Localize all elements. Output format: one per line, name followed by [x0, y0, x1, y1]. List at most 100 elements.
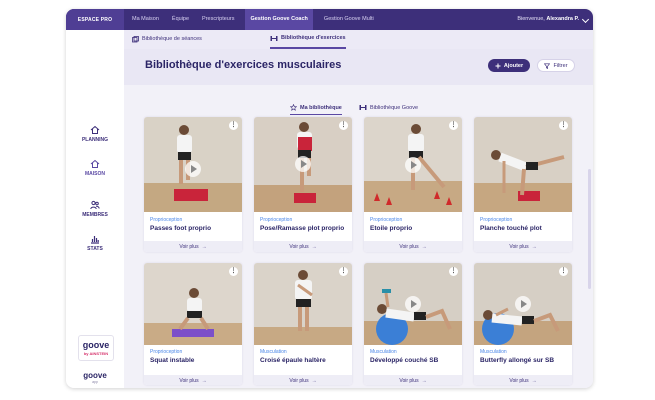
goove-app-logo: goove app — [83, 371, 107, 384]
add-button[interactable]: Ajouter — [488, 59, 530, 72]
exercise-name: Butterfly allongé sur SB — [480, 357, 555, 364]
see-more-button[interactable]: Voir plus → — [254, 375, 352, 385]
house-icon — [90, 159, 100, 168]
user-menu[interactable]: Bienvenue, Alexandra P. — [517, 9, 579, 30]
arrow-right-icon: → — [311, 377, 317, 384]
more-options-icon[interactable]: ⋮ — [449, 121, 458, 130]
see-more-button[interactable]: Voir plus → — [474, 241, 572, 252]
scrollbar[interactable] — [588, 169, 591, 289]
house-icon — [90, 125, 100, 134]
filter-button[interactable]: Filtrer — [537, 59, 575, 72]
sidebar: PLANNING MAISON MEMBRES STATS goove by A… — [66, 30, 125, 388]
tab-bibliotheque-goove[interactable]: Bibliothèque Goove — [359, 101, 418, 114]
top-navbar: ESPACE PRO Ma Maison Équipe Prescripteur… — [66, 9, 593, 30]
arrow-right-icon: → — [421, 377, 427, 384]
exercise-category: Proprioception — [260, 217, 293, 223]
exercise-card[interactable]: ⋮ Musculation Croisé épaule haltère Voir… — [254, 263, 352, 385]
page-title: Bibliothèque d'exercices musculaires — [145, 59, 342, 71]
more-options-icon[interactable]: ⋮ — [339, 121, 348, 130]
sidebar-item-label: MAISON — [85, 171, 105, 177]
page-header: Bibliothèque d'exercices musculaires Ajo… — [124, 49, 593, 85]
exercise-thumbnail — [254, 263, 352, 345]
arrow-right-icon: → — [311, 243, 317, 250]
exercise-card[interactable]: ⋮ Proprioception Etoile proprio Voir plu… — [364, 117, 462, 252]
exercise-card[interactable]: ⋮ Proprioception Passes foot proprio Voi… — [144, 117, 242, 252]
tab-ma-bibliotheque[interactable]: Ma bibliothèque — [290, 101, 342, 115]
see-more-button[interactable]: Voir plus → — [144, 375, 242, 385]
sidebar-item-stats[interactable]: STATS — [66, 234, 124, 252]
arrow-right-icon: → — [201, 243, 207, 250]
sub-tabs: Bibliothèque de séances Bibliothèque d'e… — [124, 30, 593, 50]
exercise-name: Etoile proprio — [370, 225, 413, 232]
more-options-icon[interactable]: ⋮ — [449, 267, 458, 276]
sidebar-item-membres[interactable]: MEMBRES — [66, 200, 124, 218]
see-more-button[interactable]: Voir plus → — [364, 241, 462, 252]
more-options-icon[interactable]: ⋮ — [229, 121, 238, 130]
arrow-right-icon: → — [421, 243, 427, 250]
plus-icon — [495, 63, 501, 68]
main-nav: Ma Maison Équipe Prescripteurs Gestion G… — [130, 9, 385, 30]
exercise-thumbnail — [474, 117, 572, 212]
nav-prescripteurs[interactable]: Prescripteurs — [200, 9, 236, 30]
see-more-button[interactable]: Voir plus → — [254, 241, 352, 252]
exercise-thumbnail — [364, 263, 462, 345]
goove-ainstein-logo: goove by AINSTEIN — [78, 335, 114, 361]
tab-bibliotheque-seances[interactable]: Bibliothèque de séances — [132, 30, 202, 49]
exercise-name: Passes foot proprio — [150, 225, 212, 232]
exercise-thumbnail — [144, 263, 242, 345]
bar-chart-icon — [91, 236, 99, 244]
nav-equipe[interactable]: Équipe — [170, 9, 191, 30]
arrow-right-icon: → — [531, 377, 537, 384]
exercise-name: Développé couché SB — [370, 357, 439, 364]
more-options-icon[interactable]: ⋮ — [559, 121, 568, 130]
see-more-button[interactable]: Voir plus → — [474, 375, 572, 385]
exercise-category: Proprioception — [370, 217, 403, 223]
exercise-category: Proprioception — [150, 217, 183, 223]
exercise-card[interactable]: ⋮ Proprioception Pose/Ramasse plot propr… — [254, 117, 352, 252]
see-more-button[interactable]: Voir plus → — [364, 375, 462, 385]
exercise-category: Musculation — [480, 349, 507, 355]
filter-icon — [544, 62, 551, 69]
exercise-thumbnail — [144, 117, 242, 212]
sidebar-item-planning[interactable]: PLANNING — [66, 125, 124, 143]
more-options-icon[interactable]: ⋮ — [229, 267, 238, 276]
more-options-icon[interactable]: ⋮ — [339, 267, 348, 276]
more-options-icon[interactable]: ⋮ — [559, 267, 568, 276]
star-icon — [290, 104, 297, 111]
sidebar-item-label: MEMBRES — [82, 212, 108, 218]
sidebar-item-maison[interactable]: MAISON — [66, 159, 124, 177]
exercise-category: Proprioception — [150, 349, 183, 355]
brand-label: ESPACE PRO — [66, 9, 124, 30]
people-icon — [90, 200, 100, 210]
tab-bibliotheque-exercices[interactable]: Bibliothèque d'exercices — [270, 30, 346, 49]
user-name: Alexandra P. — [546, 16, 579, 22]
exercise-category: Musculation — [260, 349, 287, 355]
exercise-name: Croisé épaule haltère — [260, 357, 326, 364]
nav-ma-maison[interactable]: Ma Maison — [130, 9, 161, 30]
exercise-category: Musculation — [370, 349, 397, 355]
welcome-text: Bienvenue, — [517, 16, 545, 22]
see-more-button[interactable]: Voir plus → — [144, 241, 242, 252]
arrow-right-icon: → — [201, 377, 207, 384]
nav-gestion-goove-multi[interactable]: Gestion Goove Multi — [322, 9, 376, 30]
exercise-card[interactable]: ⋮ Musculation Développé couché SB Voir p… — [364, 263, 462, 385]
app-window: ESPACE PRO Ma Maison Équipe Prescripteur… — [66, 9, 593, 388]
stack-icon — [132, 36, 139, 43]
dumbbell-icon — [359, 105, 367, 110]
chevron-down-icon[interactable] — [581, 15, 590, 24]
exercise-name: Planche touché plot — [480, 225, 542, 232]
sidebar-item-label: STATS — [87, 246, 103, 252]
exercise-thumbnail — [254, 117, 352, 212]
exercise-name: Squat instable — [150, 357, 195, 364]
main-content: Ma bibliothèque Bibliothèque Goove ⋮ Pro… — [124, 85, 593, 388]
nav-gestion-goove-coach[interactable]: Gestion Goove Coach — [245, 9, 313, 30]
exercise-category: Proprioception — [480, 217, 513, 223]
exercise-card[interactable]: ⋮ Proprioception Squat instable Voir plu… — [144, 263, 242, 385]
exercise-thumbnail — [474, 263, 572, 345]
sidebar-item-label: PLANNING — [81, 137, 109, 143]
dumbbell-icon — [270, 36, 278, 41]
arrow-right-icon: → — [531, 243, 537, 250]
exercise-name: Pose/Ramasse plot proprio — [260, 225, 345, 232]
exercise-card[interactable]: ⋮ Proprioception Planche touché plot Voi… — [474, 117, 572, 252]
exercise-card[interactable]: ⋮ Musculation Butterfly allongé sur SB V… — [474, 263, 572, 385]
